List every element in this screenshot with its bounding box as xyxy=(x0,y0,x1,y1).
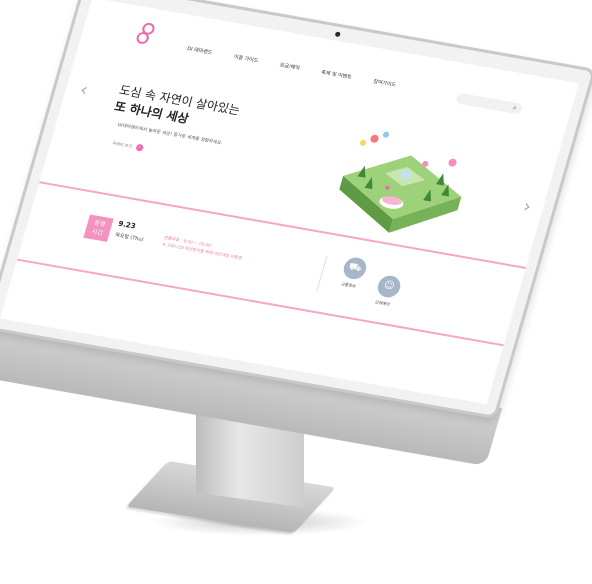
isometric-park-illustration xyxy=(339,131,462,233)
hours-badge: 운영 시간 xyxy=(83,214,114,242)
quick-link-transport[interactable]: 교통정보 xyxy=(340,281,357,289)
bus-icon[interactable]: ⛟ xyxy=(341,255,369,281)
more-link[interactable]: 자세히 보기 › xyxy=(112,139,144,152)
next-slide-arrow-icon[interactable]: › xyxy=(521,196,534,218)
hours-info: 연중무휴 : 9:30 ~ 18:00 ※ 코로나19 확산방지를 위해 야간개… xyxy=(161,234,245,262)
hours-date: 9.23 xyxy=(117,219,137,231)
nav-item-participation[interactable]: 참여가이드 xyxy=(372,78,397,89)
website-screen: DI 테마랜드 이용 가이드 요금/예약 축제 및 이벤트 참여가이드 ⌕ ‹ … xyxy=(0,0,579,405)
nav-item-events[interactable]: 축제 및 이벤트 xyxy=(320,69,352,81)
arrow-right-icon: › xyxy=(134,143,144,152)
quick-link-group[interactable]: 단체예약 xyxy=(374,299,391,307)
search-icon[interactable]: ⌕ xyxy=(512,103,518,112)
hours-weekday: 목요일 (Thu) xyxy=(114,232,145,244)
group-icon[interactable]: ☺ xyxy=(375,273,403,300)
monitor: DI 테마랜드 이용 가이드 요금/예약 축제 및 이벤트 참여가이드 ⌕ ‹ … xyxy=(0,0,592,467)
search-input[interactable]: ⌕ xyxy=(455,92,524,115)
camera-icon xyxy=(334,31,341,38)
nav-item-themeland[interactable]: DI 테마랜드 xyxy=(186,45,213,56)
logo-icon[interactable] xyxy=(133,20,159,47)
prev-slide-arrow-icon[interactable]: ‹ xyxy=(77,79,90,101)
more-label: 자세히 보기 xyxy=(112,139,133,149)
vertical-divider xyxy=(316,256,328,292)
divider-bottom xyxy=(16,258,504,347)
main-nav: DI 테마랜드 이용 가이드 요금/예약 축제 및 이벤트 참여가이드 xyxy=(186,45,397,89)
nav-item-guide[interactable]: 이용 가이드 xyxy=(233,53,259,64)
nav-item-pricing[interactable]: 요금/예약 xyxy=(279,61,301,71)
